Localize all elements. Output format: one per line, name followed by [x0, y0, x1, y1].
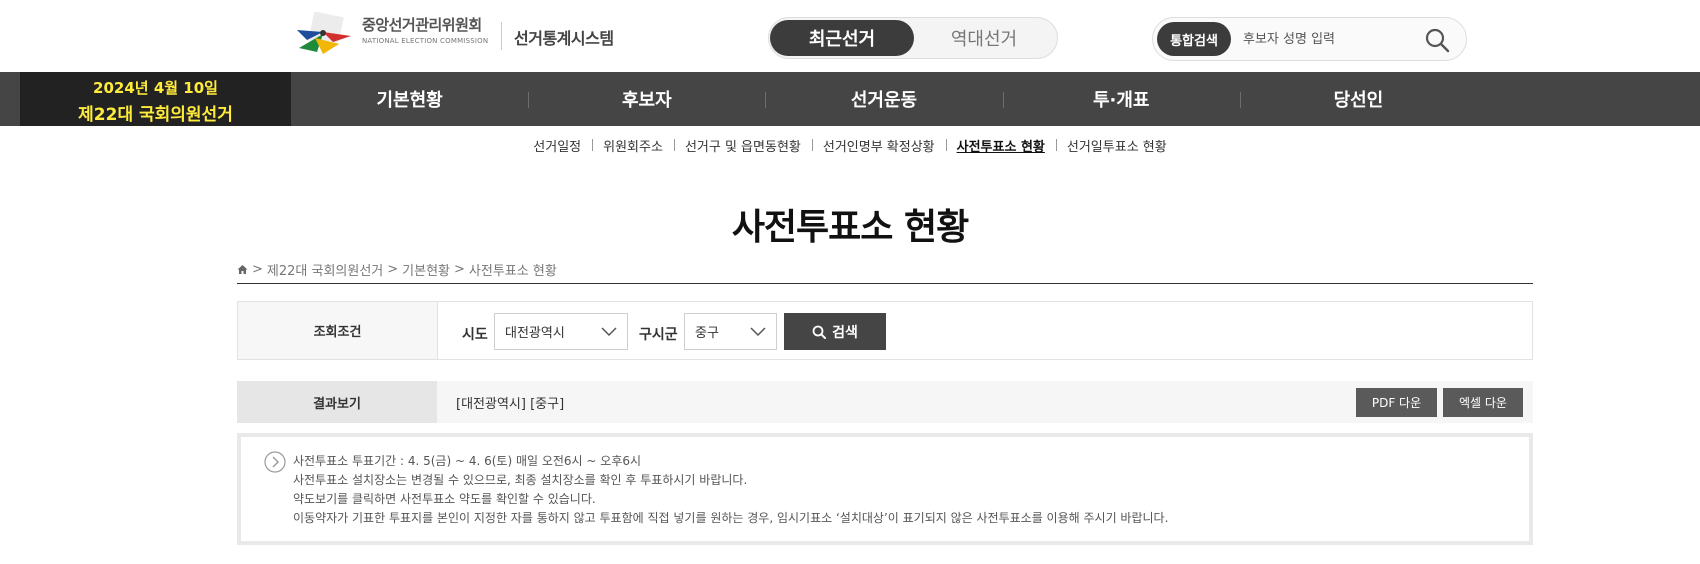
integrated-search-tag: 통합검색 — [1157, 22, 1231, 56]
search-button-label: 검색 — [832, 324, 858, 341]
system-name[interactable]: 선거통계시스템 — [514, 25, 614, 49]
main-navigation: 2024년 4월 10일 제22대 국회의원선거 기본현황 후보자 선거운동 투… — [0, 72, 1700, 126]
search-button[interactable]: 검색 — [784, 313, 886, 350]
sigungu-select[interactable]: 중구 — [684, 313, 777, 350]
sub-navigation: 선거일정 위원회주소 선거구 및 읍면동현황 선거인명부 확정상황 사전투표소 … — [0, 126, 1700, 164]
search-filter: 조회조건 시도 대전광역시 구시군 중구 검색 — [237, 301, 1533, 360]
chevron-right-circle-icon — [264, 451, 286, 473]
breadcrumb-separator: > — [252, 262, 263, 277]
home-icon[interactable] — [237, 264, 248, 275]
main-menu: 기본현황 후보자 선거운동 투·개표 당선인 — [291, 72, 1477, 126]
breadcrumb-separator: > — [454, 262, 465, 277]
excel-download-button[interactable]: 엑셀 다운 — [1443, 388, 1523, 417]
breadcrumb-election[interactable]: 제22대 국회의원선거 — [267, 260, 383, 279]
nec-logo[interactable] — [293, 12, 355, 56]
sigungu-value: 중구 — [695, 326, 719, 341]
notice-line: 약도보기를 클릭하면 사전투표소 약도를 확인할 수 있습니다. — [293, 492, 596, 506]
search-icon — [812, 325, 827, 339]
sido-value: 대전광역시 — [505, 326, 565, 341]
candidate-search-input[interactable] — [1243, 28, 1413, 50]
menu-candidates[interactable]: 후보자 — [528, 72, 765, 126]
result-bar: 결과보기 [대전광역시] [중구] PDF 다운 엑셀 다운 — [237, 381, 1533, 423]
toggle-past-election[interactable]: 역대선거 — [912, 20, 1056, 56]
election-badge[interactable]: 2024년 4월 10일 제22대 국회의원선거 — [20, 72, 291, 126]
toggle-recent-election[interactable]: 최근선거 — [770, 20, 914, 56]
subnav-committee-address[interactable]: 위원회주소 — [592, 136, 674, 155]
chevron-down-icon — [601, 327, 617, 337]
notice-line: 사전투표소 설치장소는 변경될 수 있으므로, 최종 설치장소를 확인 후 투표… — [293, 473, 748, 487]
integrated-search: 통합검색 — [1152, 17, 1467, 61]
subnav-districts[interactable]: 선거구 및 읍면동현황 — [673, 136, 812, 155]
chevron-down-icon — [750, 327, 766, 337]
notice-line: 이동약자가 기표한 투표지를 본인이 지정한 자를 통하지 않고 투표함에 직접… — [293, 511, 1169, 525]
breadcrumb-current: 사전투표소 현황 — [468, 264, 557, 279]
menu-elected[interactable]: 당선인 — [1239, 72, 1477, 126]
filter-label: 조회조건 — [238, 302, 438, 359]
breadcrumb-separator: > — [387, 262, 399, 277]
notice-line: 사전투표소 투표기간 : 4. 5(금) ~ 4. 6(토) 매일 오전6시 ~… — [293, 454, 642, 468]
election-name: 제22대 국회의원선거 — [78, 105, 233, 125]
sigungu-label: 구시군 — [639, 327, 678, 343]
notice-lines: 사전투표소 투표기간 : 4. 5(금) ~ 4. 6(토) 매일 오전6시 ~… — [293, 452, 1168, 528]
title-rule — [237, 283, 1533, 284]
menu-basic-status[interactable]: 기본현황 — [291, 72, 528, 126]
breadcrumb-basic-status[interactable]: 기본현황 — [402, 260, 450, 279]
subnav-voter-register[interactable]: 선거인명부 확정상황 — [811, 136, 946, 155]
election-date: 2024년 4월 10일 — [93, 79, 218, 97]
org-name: 중앙선거관리위원회 NATIONAL ELECTION COMMISSION — [362, 14, 488, 45]
sido-label: 시도 — [462, 327, 488, 343]
notice-box: 사전투표소 투표기간 : 4. 5(금) ~ 4. 6(토) 매일 오전6시 ~… — [237, 433, 1533, 545]
election-toggle: 최근선거 역대선거 — [768, 17, 1058, 59]
org-name-ko: 중앙선거관리위원회 — [362, 16, 482, 34]
org-name-en: NATIONAL ELECTION COMMISSION — [362, 37, 489, 45]
top-header: 중앙선거관리위원회 NATIONAL ELECTION COMMISSION 선… — [0, 0, 1700, 72]
result-text: [대전광역시] [중구] — [456, 397, 565, 412]
result-label: 결과보기 — [237, 381, 437, 423]
subnav-schedule[interactable]: 선거일정 — [522, 136, 592, 155]
search-icon[interactable] — [1424, 27, 1450, 53]
subnav-early-voting-stations[interactable]: 사전투표소 현황 — [945, 136, 1056, 155]
pdf-download-button[interactable]: PDF 다운 — [1356, 388, 1437, 417]
sido-select[interactable]: 대전광역시 — [494, 313, 628, 350]
subnav-election-day-stations[interactable]: 선거일투표소 현황 — [1055, 136, 1178, 155]
menu-campaign[interactable]: 선거운동 — [765, 72, 1002, 126]
breadcrumb: > 제22대 국회의원선거 > 기본현황 > 사전투표소 현황 — [237, 260, 557, 279]
menu-voting-counting[interactable]: 투·개표 — [1002, 72, 1240, 126]
header-divider — [501, 22, 502, 50]
page-title: 사전투표소 현황 — [731, 207, 969, 248]
